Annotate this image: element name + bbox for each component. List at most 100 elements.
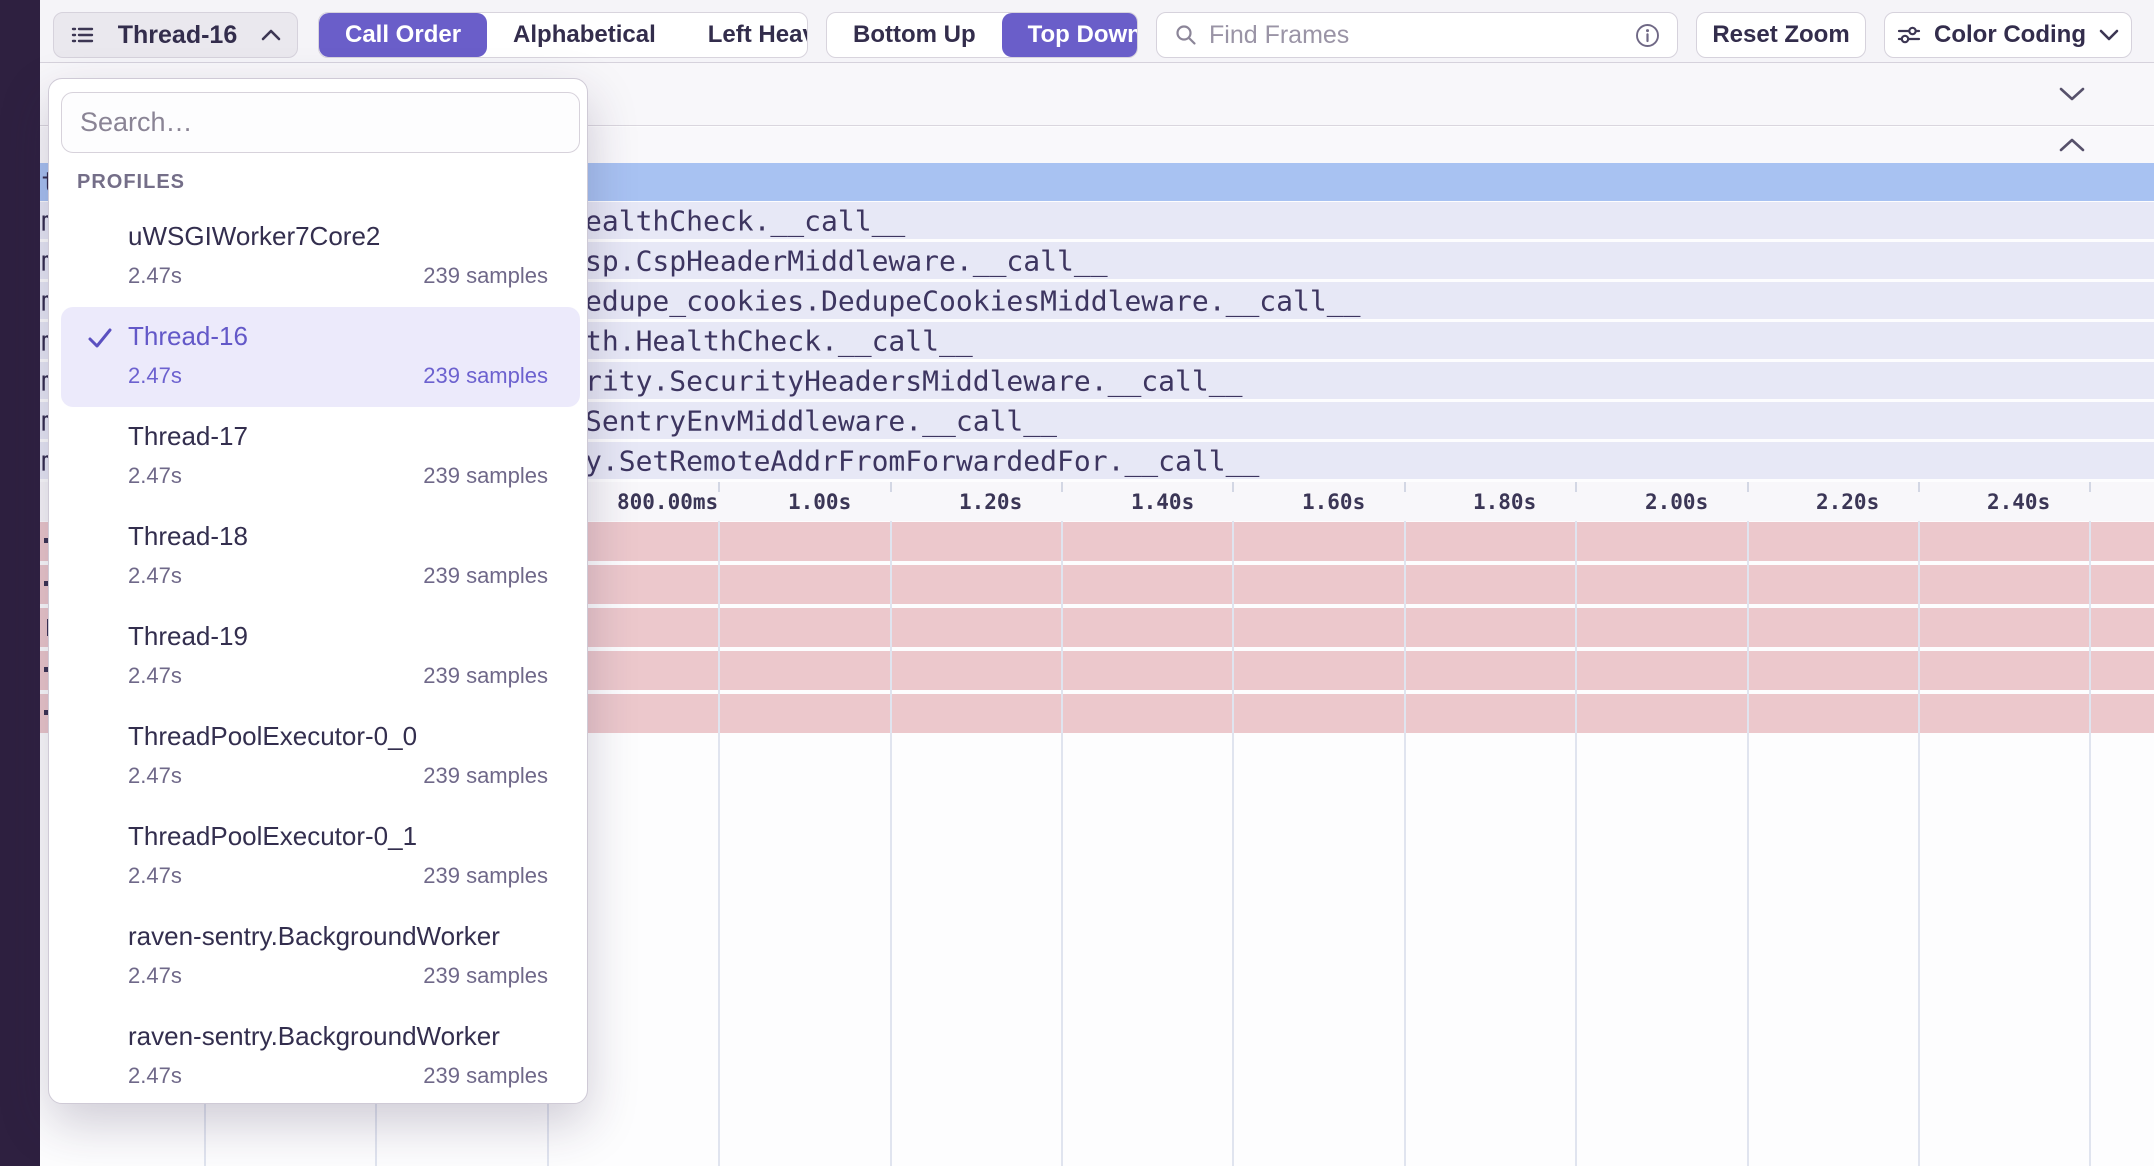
axis-tick-label: 1.60s [1302, 490, 1365, 514]
reset-zoom-button[interactable]: Reset Zoom [1696, 12, 1866, 58]
search-icon [1173, 22, 1199, 48]
axis-tick-mark [718, 482, 720, 492]
frame-label: sp.CspHeaderMiddleware.__call__ [585, 244, 1108, 277]
profile-meta: 2.47s 239 samples [128, 563, 548, 589]
axis-tick-mark [1918, 482, 1920, 492]
profile-meta: 2.47s239 samples [128, 963, 548, 989]
profile-list-item[interactable]: raven-sentry.BackgroundWorker 2.47s 239 sa… [61, 1007, 580, 1104]
profile-duration: 2.47s [128, 263, 182, 289]
frame-label: ealthCheck.__call__ [585, 204, 905, 237]
axis-tick-mark [1232, 482, 1234, 492]
profile-meta: 2.47s 239 samples [128, 463, 548, 489]
profile-list-item[interactable]: Thread-17 2.47s 239 samples [61, 407, 580, 507]
profile-samples: 239 samples [423, 1063, 548, 1089]
sliders-icon [1896, 22, 1922, 48]
chevron-down-icon[interactable] [2058, 86, 2086, 102]
time-gridline [1747, 521, 1749, 1166]
profile-meta: 2.47s 239 samples [128, 863, 548, 889]
thread-selector-button[interactable]: Thread-16 [53, 12, 298, 58]
time-gridline [718, 521, 720, 1166]
find-frames-placeholder: Find Frames [1209, 21, 1349, 50]
chevron-up-icon [260, 28, 282, 42]
axis-tick-label: 800.00ms [617, 490, 718, 514]
time-gridline [890, 521, 892, 1166]
frame-label: th.HealthCheck.__call__ [585, 324, 973, 357]
time-gridline [1918, 521, 1920, 1166]
flamegraph-toolbar: Thread-16 Call OrderAlphabeticalLeft Hea… [0, 0, 2154, 62]
dropdown-search-placeholder: Search… [80, 107, 193, 138]
axis-tick-label: 1.00s [788, 490, 851, 514]
dropdown-search-input[interactable]: Search… [61, 92, 580, 153]
profile-name: uWSGIWorker7Core2 [128, 221, 380, 252]
profile-duration: 2.47s [128, 563, 182, 589]
profile-duration: 2.47s [128, 1063, 182, 1089]
profile-duration: 2.47s [128, 663, 182, 689]
chevron-up-icon[interactable] [2058, 137, 2086, 153]
axis-tick-mark [890, 482, 892, 492]
time-gridline [1061, 521, 1063, 1166]
axis-tick-label: 2.00s [1645, 490, 1708, 514]
profile-name: ThreadPoolExecutor-0_0 [128, 721, 417, 752]
profile-samples: 239 samples [423, 863, 548, 889]
axis-tick-label: 1.20s [959, 490, 1022, 514]
thread-selector-dropdown: Search… PROFILES uWSGIWorker7Core2 2.47s 2… [48, 78, 588, 1104]
thread-selector-label: Thread-16 [118, 21, 237, 50]
axis-tick-mark [1575, 482, 1577, 492]
profile-list-item[interactable]: ThreadPoolExecutor-0_1 2.47s 239 samples [61, 807, 580, 907]
color-coding-button[interactable]: Color Coding [1884, 12, 2132, 58]
checkmark-icon [85, 323, 115, 353]
profile-duration: 2.47s [128, 863, 182, 889]
profile-name: Thread-17 [128, 421, 248, 452]
time-gridline [1404, 521, 1406, 1166]
frame-label: y.SetRemoteAddrFromForwardedFor.__call__ [585, 444, 1259, 477]
profile-samples: 239 samples [423, 363, 548, 389]
profile-samples: 239 samples [423, 463, 548, 489]
direction-option-top-down[interactable]: Top Down [1002, 13, 1138, 57]
sort-segmented-control: Call OrderAlphabeticalLeft Heavy [318, 12, 808, 58]
profile-list-item[interactable]: uWSGIWorker7Core2 2.47s 239 samples [61, 207, 580, 307]
time-gridline [1232, 521, 1234, 1166]
profile-meta: 2.47s 239 samples [128, 1063, 548, 1089]
profile-meta: 2.47s 239 samples [128, 363, 548, 389]
profile-samples: 239 samples [423, 263, 548, 289]
profile-name: raven-sentry.BackgroundWorker [128, 1021, 500, 1052]
frame-label: rity.SecurityHeadersMiddleware.__call__ [585, 364, 1242, 397]
direction-option-bottom-up[interactable]: Bottom Up [827, 13, 1002, 57]
sort-option-call-order[interactable]: Call Order [319, 13, 487, 57]
sort-option-alphabetical[interactable]: Alphabetical [487, 13, 682, 57]
profile-samples: 239 samples [423, 763, 548, 789]
profile-meta: 2.47s239 samples [128, 663, 548, 689]
profile-name: raven-sentry.BackgroundWorker [128, 921, 500, 952]
axis-tick-label: 1.80s [1473, 490, 1536, 514]
profile-list-item[interactable]: Thread-182.47s239 samples [61, 507, 580, 607]
profile-duration: 2.47s [128, 363, 182, 389]
axis-tick-mark [2089, 482, 2091, 492]
profile-samples: 239 samples [423, 563, 548, 589]
sort-option-left-heavy[interactable]: Left Heavy [682, 13, 808, 57]
profile-list-item[interactable]: ThreadPoolExecutor-0_0 2.47s 239 samples [61, 707, 580, 807]
axis-tick-label: 2.20s [1816, 490, 1879, 514]
chevron-down-icon [2098, 28, 2120, 42]
axis-tick-mark [1061, 482, 1063, 492]
axis-tick-mark [1404, 482, 1406, 492]
time-gridline [1575, 521, 1577, 1166]
frame-label: edupe_cookies.DedupeCookiesMiddleware.__… [585, 284, 1360, 317]
direction-segmented-control: Bottom UpTop Down [826, 12, 1138, 58]
profile-list-item[interactable]: raven-sentry.BackgroundWorker 2.47s239 sa… [61, 907, 580, 1007]
profile-samples: 239 samples [423, 963, 548, 989]
profile-list-item[interactable]: Thread-19 2.47s239 samples [61, 607, 580, 707]
time-gridline [2089, 521, 2091, 1166]
profile-meta: 2.47s 239 samples [128, 763, 548, 789]
profile-name: Thread-16 [128, 321, 248, 352]
find-frames-input[interactable]: Find Frames [1156, 12, 1678, 58]
profiles-section-label: PROFILES [77, 171, 185, 194]
profile-name: ThreadPoolExecutor-0_1 [128, 821, 417, 852]
axis-tick-label: 2.40s [1987, 490, 2050, 514]
profile-meta: 2.47s 239 samples [128, 263, 548, 289]
profile-duration: 2.47s [128, 463, 182, 489]
info-icon[interactable] [1634, 22, 1661, 49]
profile-list-item[interactable]: Thread-16 2.47s 239 samples [61, 307, 580, 407]
profile-duration: 2.47s [128, 763, 182, 789]
reset-zoom-label: Reset Zoom [1712, 21, 1849, 49]
profile-name: Thread-19 [128, 621, 248, 652]
